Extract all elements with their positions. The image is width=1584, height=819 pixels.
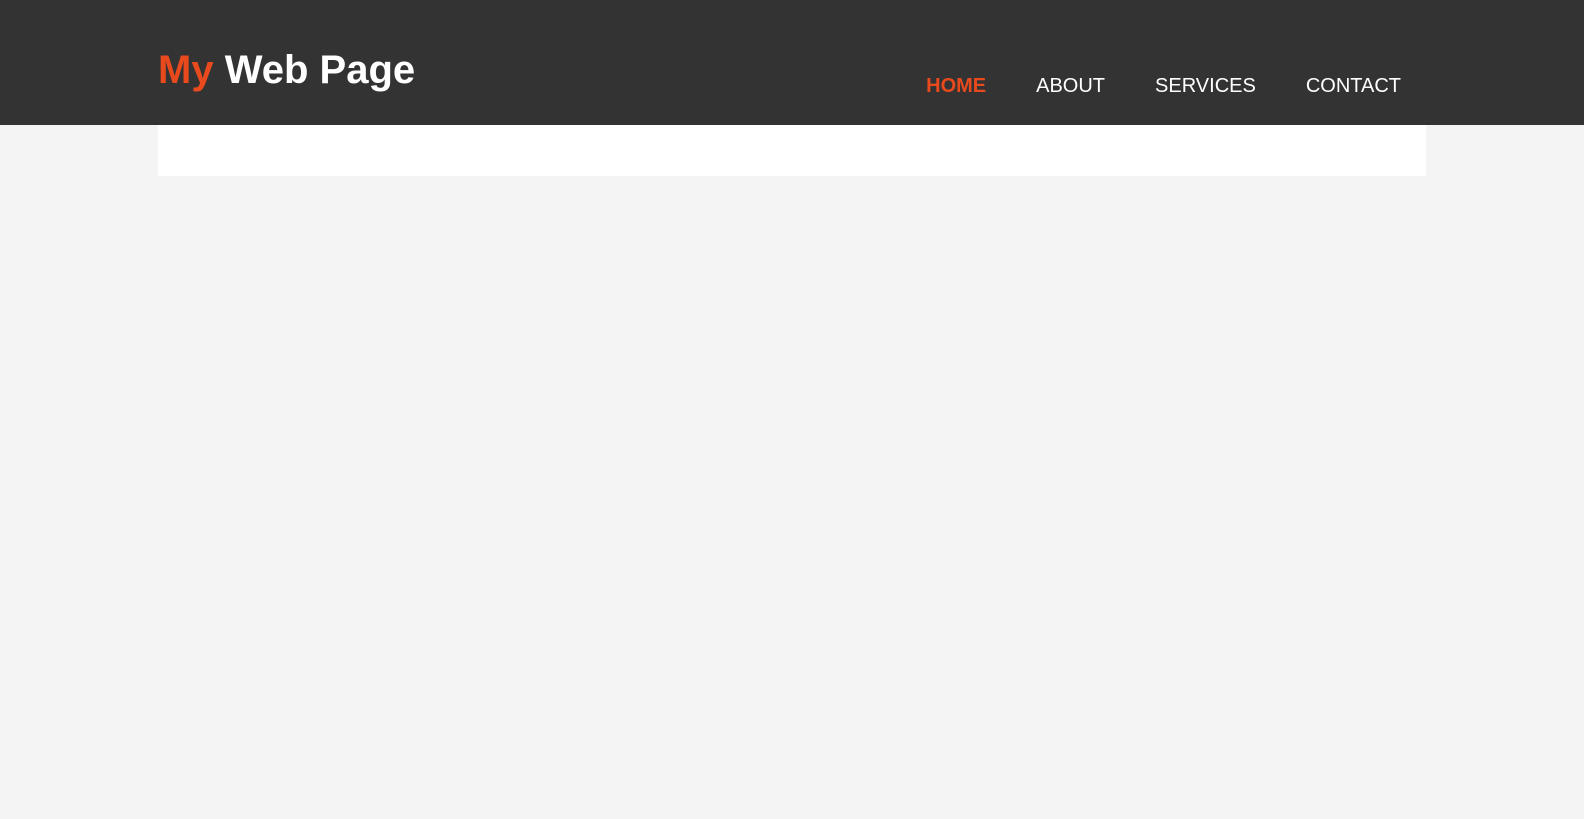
nav-item-about: ABOUT — [1036, 72, 1105, 100]
site-branding: My Web Page — [158, 46, 415, 94]
nav-link-about[interactable]: ABOUT — [1036, 72, 1105, 100]
nav-item-contact: CONTACT — [1306, 72, 1401, 100]
brand-title: Web Page — [224, 48, 416, 92]
site-header: My Web Page HOME ABOUT SERVICES CONTACT — [0, 0, 1584, 125]
nav-link-services[interactable]: SERVICES — [1155, 72, 1256, 100]
nav-link-home[interactable]: HOME — [926, 72, 986, 100]
nav-item-services: SERVICES — [1155, 72, 1256, 100]
nav-link-contact[interactable]: CONTACT — [1306, 72, 1401, 100]
main-content-area — [158, 125, 1426, 176]
nav-list: HOME ABOUT SERVICES CONTACT — [926, 72, 1401, 100]
header-container: My Web Page HOME ABOUT SERVICES CONTACT — [158, 0, 1426, 125]
brand-highlight: My — [158, 48, 214, 92]
nav-item-home: HOME — [926, 72, 986, 100]
